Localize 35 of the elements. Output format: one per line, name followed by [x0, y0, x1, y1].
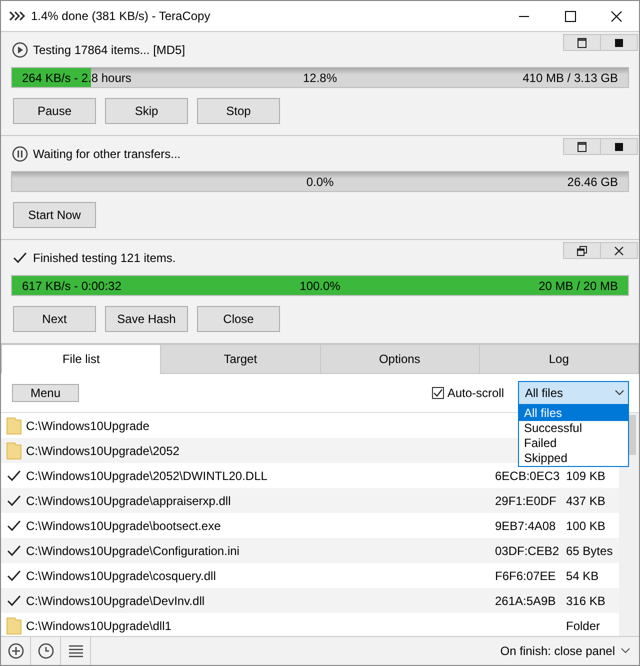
- file-path: C:\Windows10Upgrade\appraiserxp.dll: [26, 494, 232, 508]
- dropdown-value: All files: [525, 386, 564, 400]
- status-text: Waiting for other transfers...: [33, 147, 181, 161]
- progress-size: 20 MB / 20 MB: [538, 278, 618, 292]
- file-path: C:\Windows10Upgrade\DevInv.dll: [26, 594, 206, 608]
- progress-percent: 12.8%: [302, 70, 338, 84]
- file-size: 100 KB: [566, 518, 606, 532]
- progress-percent: 0.0%: [306, 174, 334, 188]
- progress-size: 410 MB / 3.13 GB: [522, 70, 618, 84]
- status-text: Testing 17864 items... [MD5]: [33, 43, 186, 57]
- file-hash: 6ECB:0EC3: [495, 468, 561, 482]
- file-hash: 9EB7:4A08: [495, 518, 557, 532]
- file-hash: 29F1:E0DF: [495, 494, 558, 508]
- file-path: C:\Windows10Upgrade\bootsect.exe: [26, 518, 222, 532]
- file-size: 65 Bytes: [566, 544, 614, 558]
- status-text: Finished testing 121 items.: [33, 251, 176, 265]
- file-hash: 03DF:CEB2: [495, 544, 560, 558]
- file-path: C:\Windows10Upgrade\cosquery.dll: [26, 568, 217, 582]
- file-size: 316 KB: [566, 594, 606, 608]
- file-size: Folder: [566, 618, 602, 632]
- file-path: C:\Windows10Upgrade\Configuration.ini: [26, 544, 240, 558]
- progress-speed: 617 KB/s - 0:00:32: [22, 278, 122, 292]
- checkbox-label: Auto-scroll: [447, 386, 504, 400]
- file-size: 437 KB: [566, 494, 606, 508]
- file-hash: F6F6:07EE: [495, 568, 557, 582]
- window-title: 1.4% done (381 KB/s) - TeraCopy: [31, 9, 212, 23]
- file-path: C:\Windows10Upgrade\2052\DWINTL20.DLL: [26, 468, 268, 482]
- progress-size: 26.46 GB: [567, 174, 618, 188]
- progress-percent: 100.0%: [300, 278, 340, 292]
- file-size: 109 KB: [566, 468, 606, 482]
- file-hash: 261A:5A9B: [495, 594, 557, 608]
- file-path: C:\Windows10Upgrade: [26, 418, 150, 432]
- file-path: C:\Windows10Upgrade\2052: [26, 444, 180, 458]
- file-size: 54 KB: [566, 568, 600, 582]
- file-path: C:\Windows10Upgrade\dll1: [26, 618, 172, 632]
